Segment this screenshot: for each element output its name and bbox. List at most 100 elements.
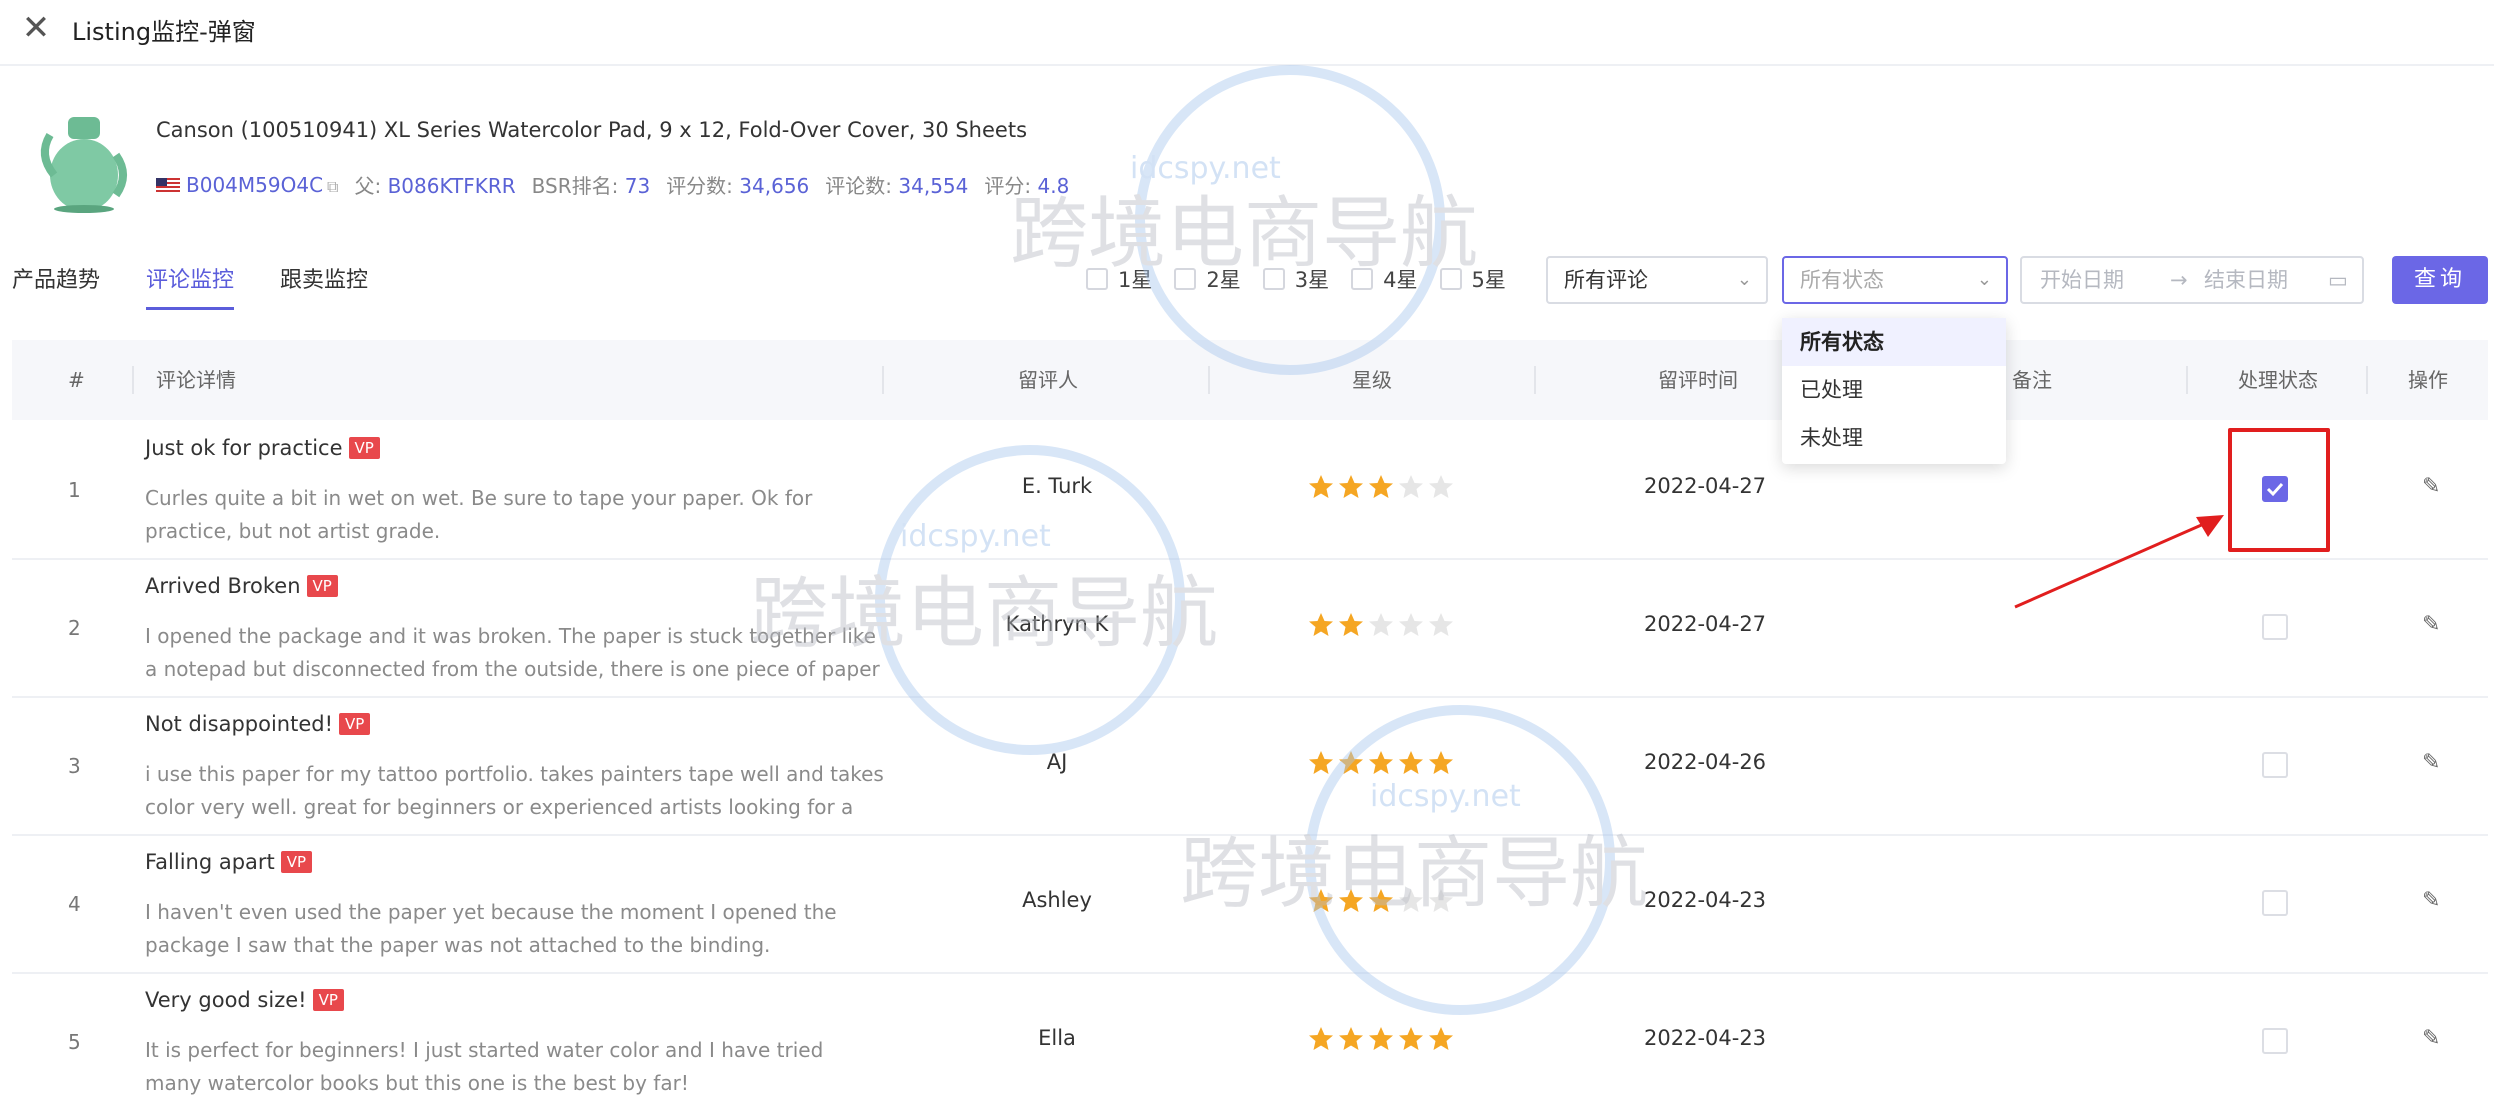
star-icon xyxy=(1309,1027,1333,1050)
date-range-picker[interactable]: 开始日期 → 结束日期 ▭ xyxy=(2020,256,2364,304)
star-filter-label: 2星 xyxy=(1206,268,1241,292)
asin-text: B004M59O4C xyxy=(186,172,324,197)
tab-product-trend[interactable]: 产品趋势 xyxy=(12,262,100,310)
status-option-all[interactable]: 所有状态 xyxy=(1782,318,2006,366)
checkbox[interactable] xyxy=(1086,268,1108,290)
star-filter-3[interactable]: 3星 xyxy=(1262,264,1329,294)
chevron-down-icon: ⌄ xyxy=(1736,269,1752,290)
tab-follow-sell-monitor[interactable]: 跟卖监控 xyxy=(280,262,368,310)
review-title[interactable]: Just ok for practice VP xyxy=(145,436,380,460)
window-title: Listing监控-弹窗 xyxy=(72,18,256,46)
calendar-icon[interactable]: ▭ xyxy=(2328,258,2348,302)
star-icon xyxy=(1339,475,1363,498)
review-title[interactable]: Very good size! VP xyxy=(145,988,344,1012)
processed-checkbox[interactable] xyxy=(2262,614,2288,640)
review-body: I opened the package and it was broken. … xyxy=(145,624,880,681)
star-filter-2[interactable]: 2星 xyxy=(1174,264,1241,294)
row-index: 2 xyxy=(68,616,81,640)
star-icon xyxy=(1399,613,1423,636)
external-link-icon[interactable]: ⧉ xyxy=(327,177,338,196)
start-date-input[interactable]: 开始日期 xyxy=(2040,258,2124,302)
processed-checkbox[interactable] xyxy=(2262,752,2288,778)
status-select[interactable]: 所有状态 ⌄ xyxy=(1782,256,2008,304)
star-rating xyxy=(1308,750,1454,776)
chevron-down-icon: ⌄ xyxy=(1976,269,1992,290)
review-title[interactable]: Falling apart VP xyxy=(145,850,313,874)
review-body: I haven't even used the paper yet becaus… xyxy=(145,900,837,957)
reviewer-name[interactable]: Ella xyxy=(932,1026,1182,1050)
header-divider xyxy=(882,366,884,394)
reviews-value: 34,554 xyxy=(898,174,969,198)
status-option-processed[interactable]: 已处理 xyxy=(1782,366,2006,414)
vp-badge: VP xyxy=(306,575,338,597)
vp-badge: VP xyxy=(339,713,371,735)
star-filter-5[interactable]: 5星 xyxy=(1439,264,1506,294)
star-icon xyxy=(1339,751,1363,774)
star-icon xyxy=(1399,889,1423,912)
score-value: 4.8 xyxy=(1037,174,1070,198)
watermark-site: idcspy.net xyxy=(1130,151,1281,186)
review-date: 2022-04-27 xyxy=(1644,612,1767,636)
star-filter-4[interactable]: 4星 xyxy=(1351,264,1418,294)
status-option-unprocessed[interactable]: 未处理 xyxy=(1782,414,2006,462)
star-icon xyxy=(1369,613,1393,636)
row-index: 1 xyxy=(68,478,81,502)
reviewer-name[interactable]: Kathryn K xyxy=(932,612,1182,636)
processed-checkbox[interactable] xyxy=(2262,1028,2288,1054)
review-title-text: Falling apart xyxy=(145,850,275,874)
product-image xyxy=(40,117,127,213)
ratings-value: 34,656 xyxy=(739,174,810,198)
star-rating xyxy=(1308,612,1454,638)
annotation-arrow xyxy=(2014,515,2224,609)
product-info: Canson (100510941) XL Series Watercolor … xyxy=(30,100,1130,220)
star-icon xyxy=(1309,475,1333,498)
star-filter-label: 4星 xyxy=(1383,268,1418,292)
row-index: 5 xyxy=(68,1030,81,1054)
vp-badge: VP xyxy=(280,851,313,873)
star-icon xyxy=(1429,889,1453,912)
header-rating: 星级 xyxy=(1352,368,1392,392)
star-filter-1[interactable]: 1星 xyxy=(1086,264,1152,294)
checkbox[interactable] xyxy=(1439,268,1462,290)
review-title[interactable]: Not disappointed! VP xyxy=(145,712,371,736)
header-divider xyxy=(1208,366,1210,394)
end-date-input[interactable]: 结束日期 xyxy=(2204,258,2288,302)
query-button[interactable]: 查询 xyxy=(2392,256,2488,304)
star-icon xyxy=(1309,751,1333,774)
review-title[interactable]: Arrived Broken VP xyxy=(145,574,338,598)
tab-review-monitor[interactable]: 评论监控 xyxy=(146,262,235,310)
review-date: 2022-04-26 xyxy=(1644,750,1767,774)
vp-badge: VP xyxy=(312,989,344,1011)
product-name: Canson (100510941) XL Series Watercolor … xyxy=(156,118,1028,142)
review-title-text: Arrived Broken xyxy=(145,574,301,598)
asin-link[interactable]: B004M59O4C ⧉ xyxy=(156,173,338,197)
review-type-value: 所有评论 xyxy=(1564,268,1648,292)
status-select-placeholder: 所有状态 xyxy=(1800,268,1884,292)
star-icon xyxy=(1309,889,1333,912)
review-date: 2022-04-23 xyxy=(1644,1026,1767,1050)
reviewer-name[interactable]: AJ xyxy=(932,750,1182,774)
close-icon[interactable]: ✕ xyxy=(18,10,54,46)
status-dropdown-menu: 所有状态 已处理 未处理 xyxy=(1782,318,2006,464)
reviewer-name[interactable]: Ashley xyxy=(932,888,1182,912)
checkbox[interactable] xyxy=(1262,268,1285,290)
star-icon xyxy=(1399,751,1423,774)
edit-icon[interactable]: ✎ xyxy=(2422,888,2440,913)
header-divider xyxy=(132,366,134,394)
row-index: 3 xyxy=(68,754,81,778)
score: 评分: 4.8 xyxy=(984,170,1069,199)
checkbox[interactable] xyxy=(1174,268,1197,290)
edit-icon[interactable]: ✎ xyxy=(2422,750,2440,775)
header-divider xyxy=(2186,366,2188,394)
reviewer-name[interactable]: E. Turk xyxy=(932,474,1182,498)
star-icon xyxy=(1369,751,1393,774)
edit-icon[interactable]: ✎ xyxy=(2422,474,2440,499)
ratings-label: 评分数: xyxy=(666,174,733,198)
parent-asin-link[interactable]: B086KTFKRR xyxy=(388,174,516,198)
edit-icon[interactable]: ✎ xyxy=(2422,612,2440,637)
processed-checkbox[interactable] xyxy=(2262,890,2288,916)
review-type-select[interactable]: 所有评论 ⌄ xyxy=(1546,256,1768,304)
checkbox[interactable] xyxy=(1351,268,1374,290)
edit-icon[interactable]: ✎ xyxy=(2422,1026,2440,1051)
review-body: Curles quite a bit in wet on wet. Be sur… xyxy=(145,486,813,543)
